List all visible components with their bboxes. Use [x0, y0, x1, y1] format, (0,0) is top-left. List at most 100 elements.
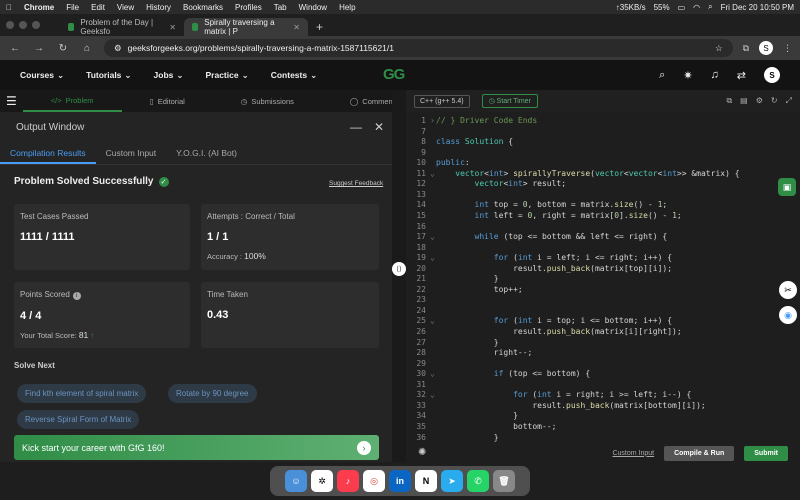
tab-custom-input[interactable]: Custom Input — [96, 143, 167, 164]
nav-contests[interactable]: Contests ⌄ — [271, 70, 318, 81]
new-tab-button[interactable]: + — [308, 18, 331, 36]
minimize-icon[interactable]: — — [350, 120, 362, 134]
code-line[interactable]: 9 — [406, 148, 436, 159]
home-icon[interactable]: ⌂ — [80, 43, 94, 54]
chrome-icon[interactable]: ◎ — [363, 470, 385, 492]
nav-tutorials[interactable]: Tutorials ⌄ — [86, 70, 131, 81]
fullscreen-icon[interactable]: ⤢ — [786, 96, 792, 106]
code-line[interactable]: 8 class Solution { — [406, 137, 513, 148]
panel-divider[interactable] — [392, 90, 406, 462]
code-line[interactable]: 33 result.push_back(matrix[bottom][i]); — [406, 401, 705, 412]
code-editor[interactable]: 1 ›// } Driver Code Ends 7 8 class Solution … — [406, 112, 800, 442]
linkedin-icon[interactable]: in — [389, 470, 411, 492]
code-line[interactable]: 17 ⌄ while (top <= bottom && left <= righ… — [406, 232, 667, 243]
menu-view[interactable]: View — [117, 3, 134, 12]
code-line[interactable]: 21 } — [406, 274, 498, 285]
menu-edit[interactable]: Edit — [91, 3, 105, 12]
theme-toggle-icon[interactable]: ✷ — [683, 69, 692, 82]
menu-window[interactable]: Window — [299, 3, 327, 12]
file-icon[interactable]: ▤ — [740, 96, 748, 106]
menu-bookmarks[interactable]: Bookmarks — [183, 3, 223, 12]
compile-run-button[interactable]: Compile & Run — [664, 445, 735, 461]
chip-reverse-spiral[interactable]: Reverse Spiral Form of Matrix — [17, 410, 140, 429]
forward-arrow-icon[interactable]: → — [32, 43, 46, 54]
code-line[interactable]: 14 int top = 0, bottom = matrix.size() -… — [406, 200, 667, 211]
music-icon[interactable]: ♪ — [337, 470, 359, 492]
code-line[interactable]: 32 ⌄ for (int i = right; i >= left; i--) … — [406, 390, 691, 401]
lightbulb-icon[interactable]: ✺ — [418, 447, 430, 459]
notion-icon[interactable]: N — [415, 470, 437, 492]
tab-editorial[interactable]: ▯ Editorial — [122, 90, 213, 112]
reload-icon[interactable]: ↻ — [56, 43, 70, 54]
code-line[interactable]: 34 } — [406, 411, 518, 422]
tab-spirally-traversing[interactable]: Spirally traversing a matrix | P ✕ — [184, 18, 308, 36]
code-line[interactable]: 35 bottom--; — [406, 422, 556, 433]
minimize-window-button[interactable] — [19, 21, 27, 29]
chat-icon[interactable]: ▣ — [778, 178, 796, 196]
menubar-app-name[interactable]: Chrome — [24, 3, 54, 12]
code-line[interactable]: 30 ⌄ if (top <= bottom) { — [406, 369, 590, 380]
menu-file[interactable]: File — [66, 3, 79, 12]
whatsapp-icon[interactable]: ✆ — [467, 470, 489, 492]
bookmark-star-icon[interactable]: ☆ — [715, 43, 723, 54]
code-line[interactable]: 25 ⌄ for (int i = top; i <= bottom; i++) … — [406, 316, 672, 327]
address-bar[interactable]: ⚙ geeksforgeeks.org/problems/spirally-tr… — [104, 39, 733, 57]
code-line[interactable]: 29 — [406, 359, 436, 370]
code-line[interactable]: 1 ›// } Driver Code Ends — [406, 116, 537, 127]
code-line[interactable]: 20 result.push_back(matrix[top][i]); — [406, 264, 672, 275]
extensions-icon[interactable]: ⧉ — [743, 43, 749, 54]
copy-icon[interactable]: ⧉ — [726, 96, 732, 106]
code-line[interactable]: 13 — [406, 190, 436, 201]
chip-kth-element-spiral[interactable]: Find kth element of spiral matrix — [17, 384, 147, 403]
nav-jobs[interactable]: Jobs ⌄ — [154, 70, 184, 81]
code-line[interactable]: 16 — [406, 222, 436, 233]
site-info-icon[interactable]: ⚙ — [114, 43, 122, 54]
code-line[interactable]: 22 top++; — [406, 285, 522, 296]
scissors-icon[interactable]: ✂ — [779, 281, 797, 299]
search-icon[interactable]: ⌕ — [708, 2, 712, 12]
support-icon[interactable]: ◉ — [779, 306, 797, 324]
code-line[interactable]: 28 right--; — [406, 348, 532, 359]
menu-history[interactable]: History — [146, 3, 171, 12]
settings-icon[interactable]: ⚙ — [756, 96, 763, 106]
close-icon[interactable]: ✕ — [374, 120, 384, 134]
tab-problem[interactable]: </> Problem — [22, 90, 122, 112]
nav-courses[interactable]: Courses ⌄ — [20, 70, 64, 81]
close-tab-icon[interactable]: ✕ — [169, 23, 176, 32]
menu-help[interactable]: Help — [339, 3, 355, 12]
finder-icon[interactable]: ☺ — [285, 470, 307, 492]
hamburger-menu-icon[interactable]: ☰ — [0, 94, 23, 108]
code-line[interactable]: 27 } — [406, 338, 498, 349]
code-line[interactable]: 18 — [406, 243, 436, 254]
arrow-right-icon[interactable]: › — [357, 440, 371, 455]
apple-icon[interactable]:  — [6, 3, 12, 12]
tab-problem-of-the-day[interactable]: Problem of the Day | Geeksfo ✕ — [60, 18, 184, 36]
user-avatar[interactable]: S — [764, 67, 780, 83]
tab-yogi-ai-bot[interactable]: Y.O.G.I. (AI Bot) — [166, 143, 247, 164]
custom-input-link[interactable]: Custom Input — [612, 450, 654, 457]
menu-tab[interactable]: Tab — [274, 3, 287, 12]
code-line[interactable]: 36 } — [406, 433, 498, 443]
maximize-window-button[interactable] — [32, 21, 40, 29]
datetime[interactable]: Fri Dec 20 10:50 PM — [721, 3, 794, 12]
back-arrow-icon[interactable]: ← — [8, 43, 22, 54]
tab-compilation-results[interactable]: Compilation Results — [0, 143, 96, 164]
code-line[interactable]: 23 — [406, 295, 436, 306]
resize-handle-icon[interactable]: ⟨⟩ — [392, 262, 406, 276]
start-timer-button[interactable]: ◷ Start Timer — [481, 94, 538, 108]
gfg-logo[interactable]: GG — [383, 66, 405, 83]
search-icon[interactable]: ⌕ — [659, 69, 665, 82]
reset-icon[interactable]: ↻ — [771, 96, 778, 106]
notification-bell-icon[interactable]: ♫ — [711, 69, 719, 81]
chip-rotate-90[interactable]: Rotate by 90 degree — [168, 384, 257, 403]
tab-submissions[interactable]: ◷ Submissions — [213, 90, 322, 112]
gfg160-banner[interactable]: Kick start your career with GfG 160! › — [14, 435, 379, 460]
language-icon[interactable]: ⇄ — [737, 69, 746, 82]
code-line[interactable]: 15 int left = 0, right = matrix[0].size(… — [406, 211, 681, 222]
chatgpt-icon[interactable]: ✲ — [311, 470, 333, 492]
code-line[interactable]: 12 vector<int> result; — [406, 179, 566, 190]
code-line[interactable]: 19 ⌄ for (int i = left; i <= right; i++) … — [406, 253, 672, 264]
code-line[interactable]: 24 — [406, 306, 436, 317]
browser-menu-icon[interactable]: ⋮ — [783, 43, 792, 54]
telegram-icon[interactable]: ➤ — [441, 470, 463, 492]
